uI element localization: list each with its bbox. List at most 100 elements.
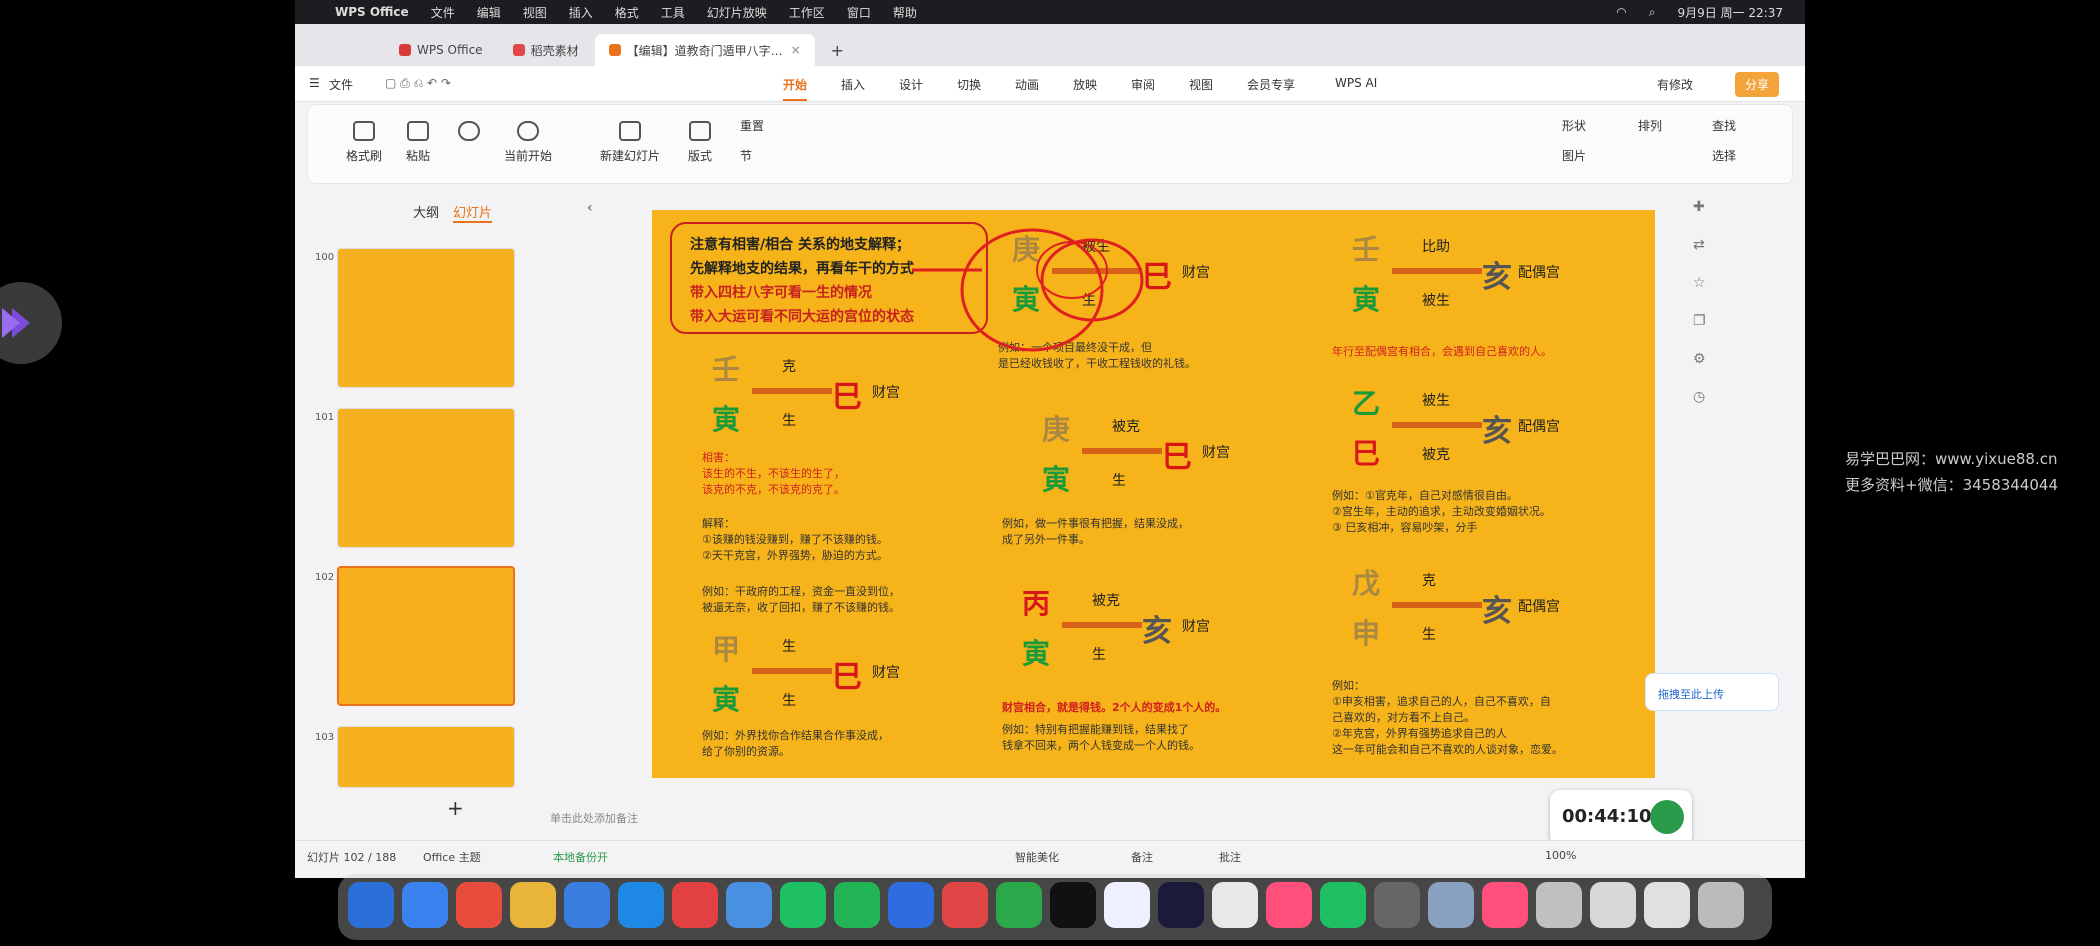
dock-app-icon[interactable] [1158, 882, 1204, 928]
cut-button[interactable] [458, 121, 480, 147]
dock-app-icon[interactable] [726, 882, 772, 928]
close-tab-icon[interactable]: × [791, 43, 801, 57]
dock-app-icon[interactable] [888, 882, 934, 928]
dock-app-icon[interactable] [402, 882, 448, 928]
theme-label[interactable]: Office 主题 [423, 849, 481, 865]
mac-menubar: WPS Office 文件 编辑 视图 插入 格式 工具 幻灯片放映 工作区 窗… [295, 0, 1805, 24]
tab-view[interactable]: 视图 [1189, 76, 1213, 93]
dock-app-icon[interactable] [348, 882, 394, 928]
backup-status[interactable]: 本地备份开 [553, 849, 608, 865]
slide-thumbnail-101[interactable] [337, 408, 515, 548]
quick-access-icons[interactable]: ▢ ⎙ ⎌ ↶ ↷ [385, 76, 451, 91]
tab-current-doc[interactable]: 【编辑】道教奇门遁甲八字… × [594, 34, 815, 66]
menu-view[interactable]: 视图 [523, 4, 547, 21]
label: 格式刷 [346, 149, 383, 163]
dock-app-icon[interactable] [564, 882, 610, 928]
notes-button[interactable]: 备注 [1131, 849, 1153, 865]
tab-wps-ai[interactable]: WPS AI [1335, 76, 1377, 90]
hamburger-icon[interactable]: ☰ [309, 76, 320, 90]
slide-thumbnail-102[interactable] [337, 566, 515, 706]
dock-app-icon[interactable] [672, 882, 718, 928]
shape-button[interactable]: 形状 [1562, 117, 1586, 134]
from-current-button[interactable]: 当前开始 [504, 121, 552, 164]
clock[interactable]: 9月9日 周一 22:37 [1678, 4, 1783, 21]
dock-app-icon[interactable] [1266, 882, 1312, 928]
dock-app-icon[interactable] [834, 882, 880, 928]
mascot-icon [1650, 800, 1684, 834]
new-slide-button[interactable]: 新建幻灯片 [600, 121, 660, 164]
tab-design[interactable]: 设计 [899, 76, 923, 93]
menu-file[interactable]: 文件 [431, 4, 455, 21]
dock-app-icon[interactable] [510, 882, 556, 928]
dock-app-icon[interactable] [1482, 882, 1528, 928]
upload-button[interactable]: 拖拽至此上传 [1645, 673, 1779, 711]
right-tool-rail[interactable]: ✚ ⇄ ☆ ❐ ⚙ ◷ [1693, 188, 1709, 728]
dock-app-icon[interactable] [1212, 882, 1258, 928]
slide-thumbnail-100[interactable] [337, 248, 515, 388]
tab-member[interactable]: 会员专享 [1247, 76, 1295, 93]
handwritten-annotations [912, 228, 1144, 352]
tab-home[interactable]: 开始 [783, 76, 808, 101]
find-button[interactable]: 查找 [1712, 117, 1736, 134]
select-button[interactable]: 选择 [1712, 147, 1736, 164]
menu-help[interactable]: 帮助 [893, 4, 917, 21]
dock-app-icon[interactable] [456, 882, 502, 928]
tab-slides[interactable]: 幻灯片 [453, 202, 493, 223]
dock-app-icon[interactable] [1698, 882, 1744, 928]
dock-app-icon[interactable] [780, 882, 826, 928]
dock-app-icon[interactable] [1320, 882, 1366, 928]
section-button[interactable]: 节 [740, 147, 752, 164]
slide-canvas[interactable]: 注意有相害/相合 关系的地支解释； 先解释地支的结果，再看年干的方式 带入四柱八… [652, 210, 1655, 778]
dock-app-icon[interactable] [1050, 882, 1096, 928]
menu-slideshow[interactable]: 幻灯片放映 [707, 4, 767, 21]
tab-docer[interactable]: 稻壳素材 [499, 34, 593, 66]
tab-outline[interactable]: 大纲 [413, 202, 439, 221]
has-edit-status[interactable]: 有修改 [1657, 76, 1693, 93]
menu-window[interactable]: 窗口 [847, 4, 871, 21]
app-name[interactable]: WPS Office [335, 5, 409, 19]
floating-toggle-button[interactable] [0, 282, 62, 364]
file-menu[interactable]: 文件 [329, 76, 353, 93]
dock-app-icon[interactable] [1104, 882, 1150, 928]
picture-button[interactable]: 图片 [1562, 147, 1586, 164]
arrange-button[interactable]: 排列 [1638, 117, 1662, 134]
tab-insert[interactable]: 插入 [841, 76, 865, 93]
format-painter-button[interactable]: 格式刷 [346, 121, 382, 164]
dock-app-icon[interactable] [1428, 882, 1474, 928]
tab-review[interactable]: 审阅 [1131, 76, 1155, 93]
add-slide-icon[interactable]: + [447, 796, 464, 820]
smart-beautify-button[interactable]: 智能美化 [1015, 849, 1059, 865]
dock-app-icon[interactable] [942, 882, 988, 928]
tab-wps-office[interactable]: WPS Office [385, 34, 497, 66]
reset-button[interactable]: 重置 [740, 117, 764, 134]
slide-thumbnail-103[interactable] [337, 726, 515, 788]
share-button[interactable]: 分享 [1735, 72, 1780, 97]
tab-animation[interactable]: 动画 [1015, 76, 1039, 93]
wifi-icon[interactable]: ◠ [1616, 5, 1626, 19]
collapse-sidebar-icon[interactable]: ‹ [587, 200, 593, 216]
layout-button[interactable]: 版式 [688, 121, 712, 164]
menu-workspace[interactable]: 工作区 [789, 4, 825, 21]
search-icon[interactable]: ⌕ [1649, 5, 1656, 20]
menu-edit[interactable]: 编辑 [477, 4, 501, 21]
comment-button[interactable]: 批注 [1219, 849, 1241, 865]
tab-slideshow[interactable]: 放映 [1073, 76, 1097, 93]
dock-app-icon[interactable] [996, 882, 1042, 928]
tab-transition[interactable]: 切换 [957, 76, 981, 93]
zoom-level[interactable]: 100% [1545, 849, 1576, 862]
dock-app-icon[interactable] [1590, 882, 1636, 928]
timer-text: 00:44:10 [1562, 806, 1652, 827]
watermark-text: 易学巴巴网：www.yixue88.cn 更多资料+微信：3458344044 [1845, 446, 2058, 498]
new-tab-button[interactable]: + [817, 34, 858, 66]
menu-format[interactable]: 格式 [615, 4, 639, 21]
timer-widget[interactable]: 00:44:10 [1550, 790, 1692, 846]
dock-app-icon[interactable] [1374, 882, 1420, 928]
dock-app-icon[interactable] [1536, 882, 1582, 928]
notes-placeholder[interactable]: 单击此处添加备注 [550, 810, 638, 826]
dock-app-icon[interactable] [618, 882, 664, 928]
paste-button[interactable]: 粘贴 [406, 121, 430, 164]
menu-insert[interactable]: 插入 [569, 4, 593, 21]
menu-tools[interactable]: 工具 [661, 4, 685, 21]
label: 形状 [1562, 119, 1587, 133]
dock-app-icon[interactable] [1644, 882, 1690, 928]
